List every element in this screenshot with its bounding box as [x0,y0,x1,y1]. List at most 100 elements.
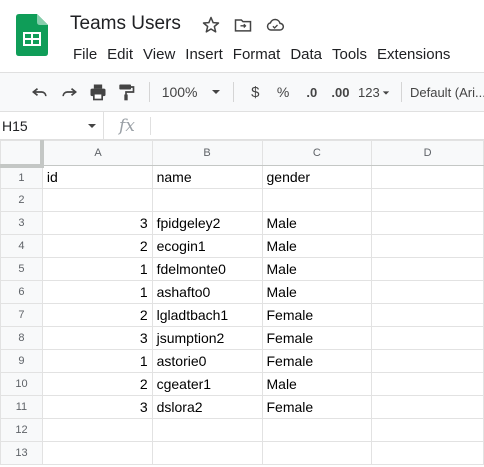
cell-d6[interactable] [371,280,484,304]
cell-a11[interactable]: 3 [41,395,153,419]
menu-edit[interactable]: Edit [102,45,138,65]
cell-c9[interactable]: Female [261,349,373,373]
row-header[interactable]: 9 [0,349,43,373]
row-header[interactable]: 13 [0,441,43,465]
cell-c7[interactable]: Female [261,303,373,327]
cell-c5[interactable]: Male [261,257,373,281]
document-title[interactable]: Teams Users [70,13,181,35]
toolbar: 100% $ % .0 .00 123 Default (Ari... [0,72,484,112]
cell-d9[interactable] [371,349,484,373]
cell-c12[interactable] [261,418,373,442]
cell-b6[interactable]: ashafto0 [151,280,263,304]
star-icon[interactable] [200,14,222,36]
print-icon[interactable] [83,78,112,106]
row-header[interactable]: 6 [0,280,43,304]
cell-c1[interactable]: gender [261,165,373,189]
column-header-b[interactable]: B [151,140,263,166]
cell-d1[interactable] [371,165,484,189]
cell-a2[interactable] [41,188,153,212]
row-header[interactable]: 3 [0,211,43,235]
cloud-status-icon[interactable] [264,14,286,36]
redo-icon[interactable] [55,78,84,106]
cell-d8[interactable] [371,326,484,350]
cell-a10[interactable]: 2 [41,372,153,396]
row-header[interactable]: 12 [0,418,43,442]
row-header[interactable]: 4 [0,234,43,258]
cell-c8[interactable]: Female [261,326,373,350]
sheets-logo-icon[interactable] [16,14,48,56]
cell-d11[interactable] [371,395,484,419]
cell-d4[interactable] [371,234,484,258]
cell-d5[interactable] [371,257,484,281]
cell-b12[interactable] [151,418,263,442]
cell-a9[interactable]: 1 [41,349,153,373]
cell-b5[interactable]: fdelmonte0 [151,257,263,281]
row-header[interactable]: 7 [0,303,43,327]
cell-a4[interactable]: 2 [41,234,153,258]
menu-extensions[interactable]: Extensions [372,45,455,65]
select-all-corner[interactable] [0,140,45,168]
cell-c13[interactable] [261,441,373,465]
cell-d13[interactable] [371,441,484,465]
cell-c11[interactable]: Female [261,395,373,419]
undo-icon[interactable] [26,78,55,106]
paint-format-icon[interactable] [112,78,141,106]
column-header-d[interactable]: D [371,140,484,166]
cell-a13[interactable] [41,441,153,465]
cell-a1[interactable]: id [41,165,153,189]
cell-a7[interactable]: 2 [41,303,153,327]
menu-view[interactable]: View [138,45,180,65]
cell-b7[interactable]: lgladtbach1 [151,303,263,327]
cell-c4[interactable]: Male [261,234,373,258]
cell-b2[interactable] [151,188,263,212]
cell-b9[interactable]: astorie0 [151,349,263,373]
cell-a12[interactable] [41,418,153,442]
cell-b11[interactable]: dslora2 [151,395,263,419]
cell-d12[interactable] [371,418,484,442]
currency-format-button[interactable]: $ [242,78,269,106]
row-header[interactable]: 10 [0,372,43,396]
row-header[interactable]: 11 [0,395,43,419]
cell-b3[interactable]: fpidgeley2 [151,211,263,235]
cell-a5[interactable]: 1 [41,257,153,281]
table-row: 3 3 fpidgeley2 Male [0,211,484,235]
move-to-folder-icon[interactable] [232,14,254,36]
cell-b10[interactable]: cgeater1 [151,372,263,396]
menu-insert[interactable]: Insert [180,45,228,65]
cell-d2[interactable] [371,188,484,212]
cell-d7[interactable] [371,303,484,327]
row-header[interactable]: 1 [0,165,43,189]
cell-c6[interactable]: Male [261,280,373,304]
increase-decimal-button[interactable]: .00 [326,78,355,106]
cell-b13[interactable] [151,441,263,465]
chevron-down-icon [382,85,390,100]
font-select[interactable]: Default (Ari... [410,78,484,106]
row-header[interactable]: 8 [0,326,43,350]
number-format-select[interactable]: 123 [355,78,393,106]
table-row: 1 id name gender [0,165,484,189]
name-box[interactable]: H15 [0,112,104,139]
zoom-select[interactable]: 100% [158,78,225,106]
cell-a6[interactable]: 1 [41,280,153,304]
cell-b1[interactable]: name [151,165,263,189]
row-header[interactable]: 5 [0,257,43,281]
formula-input[interactable] [151,112,484,139]
row-header[interactable]: 2 [0,188,43,212]
cell-c2[interactable] [261,188,373,212]
cell-b8[interactable]: jsumption2 [151,326,263,350]
column-header-c[interactable]: C [261,140,373,166]
cell-a3[interactable]: 3 [41,211,153,235]
menu-data[interactable]: Data [285,45,327,65]
menu-tools[interactable]: Tools [327,45,372,65]
cell-a8[interactable]: 3 [41,326,153,350]
column-header-a[interactable]: A [41,140,153,166]
percent-format-button[interactable]: % [269,78,298,106]
cell-b4[interactable]: ecogin1 [151,234,263,258]
cell-c10[interactable]: Male [261,372,373,396]
decrease-decimal-button[interactable]: .0 [297,78,326,106]
cell-d10[interactable] [371,372,484,396]
cell-d3[interactable] [371,211,484,235]
cell-c3[interactable]: Male [261,211,373,235]
menu-file[interactable]: File [68,45,102,65]
menu-format[interactable]: Format [228,45,286,65]
